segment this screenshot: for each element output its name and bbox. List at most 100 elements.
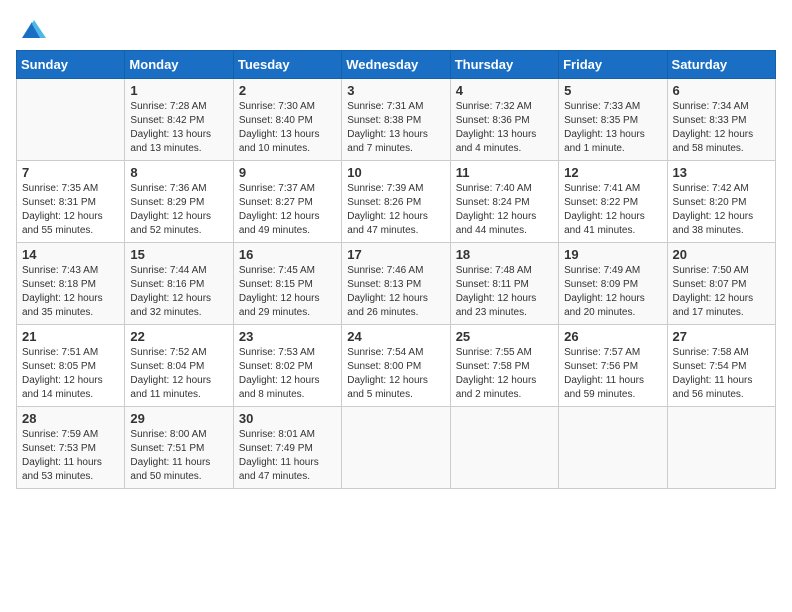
day-header-wednesday: Wednesday (342, 51, 450, 79)
calendar-cell (450, 407, 558, 489)
calendar-cell: 16Sunrise: 7:45 AM Sunset: 8:15 PM Dayli… (233, 243, 341, 325)
day-content: Sunrise: 7:54 AM Sunset: 8:00 PM Dayligh… (347, 346, 444, 402)
calendar-week-row: 21 Sunrise: 7:51 AM Sunset: 8:05 PM Dayli… (17, 325, 776, 407)
day-number: 29 (130, 411, 227, 426)
day-content: Sunrise: 7:57 AM Sunset: 7:56 PM Dayligh… (564, 346, 661, 402)
day-number: 13 (673, 165, 770, 180)
day-content: Sunrise: 7:41 AM Sunset: 8:22 PM Dayligh… (564, 182, 661, 238)
day-content: Sunrise: 7:45 AM Sunset: 8:15 PM Dayligh… (239, 264, 336, 320)
day-content: Sunrise: 7:58 AM Sunset: 7:54 PM Dayligh… (673, 346, 770, 402)
calendar-cell: 12 Sunrise: 7:41 AM Sunset: 8:22 PM Dayli… (559, 161, 667, 243)
day-content: Sunrise: 7:50 AM Sunset: 8:07 PM Dayligh… (673, 264, 770, 320)
calendar-cell: 25 Sunrise: 7:55 AM Sunset: 7:58 PM Dayli… (450, 325, 558, 407)
day-content: Sunrise: 8:00 AM Sunset: 7:51 PM Dayligh… (130, 428, 227, 484)
calendar-cell (17, 79, 125, 161)
day-content: Sunrise: 7:39 AM Sunset: 8:26 PM Dayligh… (347, 182, 444, 238)
day-content: Sunrise: 7:52 AM Sunset: 8:04 PM Dayligh… (130, 346, 227, 402)
day-header-friday: Friday (559, 51, 667, 79)
day-content: Sunrise: 7:42 AM Sunset: 8:20 PM Dayligh… (673, 182, 770, 238)
calendar-cell: 19 Sunrise: 7:49 AM Sunset: 8:09 PM Dayli… (559, 243, 667, 325)
day-content: Sunrise: 7:31 AM Sunset: 8:38 PM Dayligh… (347, 100, 444, 156)
day-number: 6 (673, 83, 770, 98)
day-number: 1 (130, 83, 227, 98)
day-number: 23 (239, 329, 336, 344)
day-header-monday: Monday (125, 51, 233, 79)
day-number: 17 (347, 247, 444, 262)
day-content: Sunrise: 7:28 AM Sunset: 8:42 PM Dayligh… (130, 100, 227, 156)
calendar-cell: 8 Sunrise: 7:36 AM Sunset: 8:29 PM Daylig… (125, 161, 233, 243)
day-number: 22 (130, 329, 227, 344)
calendar-cell: 4 Sunrise: 7:32 AM Sunset: 8:36 PM Daylig… (450, 79, 558, 161)
day-number: 19 (564, 247, 661, 262)
day-content: Sunrise: 7:35 AM Sunset: 8:31 PM Dayligh… (22, 182, 119, 238)
day-number: 3 (347, 83, 444, 98)
day-number: 5 (564, 83, 661, 98)
day-number: 24 (347, 329, 444, 344)
calendar-cell: 17 Sunrise: 7:46 AM Sunset: 8:13 PM Dayli… (342, 243, 450, 325)
day-content: Sunrise: 7:40 AM Sunset: 8:24 PM Dayligh… (456, 182, 553, 238)
day-content: Sunrise: 8:01 AM Sunset: 7:49 PM Dayligh… (239, 428, 336, 484)
calendar-header-row: SundayMondayTuesdayWednesdayThursdayFrid… (17, 51, 776, 79)
day-number: 7 (22, 165, 119, 180)
day-number: 10 (347, 165, 444, 180)
calendar-cell: 22 Sunrise: 7:52 AM Sunset: 8:04 PM Dayli… (125, 325, 233, 407)
day-number: 2 (239, 83, 336, 98)
day-number: 11 (456, 165, 553, 180)
calendar-cell: 28 Sunrise: 7:59 AM Sunset: 7:53 PM Dayli… (17, 407, 125, 489)
day-content: Sunrise: 7:36 AM Sunset: 8:29 PM Dayligh… (130, 182, 227, 238)
calendar-week-row: 28 Sunrise: 7:59 AM Sunset: 7:53 PM Dayli… (17, 407, 776, 489)
day-number: 25 (456, 329, 553, 344)
calendar-week-row: 7 Sunrise: 7:35 AM Sunset: 8:31 PM Daylig… (17, 161, 776, 243)
calendar-cell (667, 407, 775, 489)
page-header (16, 16, 776, 40)
calendar-cell: 15 Sunrise: 7:44 AM Sunset: 8:16 PM Dayli… (125, 243, 233, 325)
calendar-cell: 1 Sunrise: 7:28 AM Sunset: 8:42 PM Daylig… (125, 79, 233, 161)
day-content: Sunrise: 7:51 AM Sunset: 8:05 PM Dayligh… (22, 346, 119, 402)
calendar-cell: 23Sunrise: 7:53 AM Sunset: 8:02 PM Dayli… (233, 325, 341, 407)
calendar-week-row: 14 Sunrise: 7:43 AM Sunset: 8:18 PM Dayli… (17, 243, 776, 325)
day-content: Sunrise: 7:30 AM Sunset: 8:40 PM Dayligh… (239, 100, 336, 156)
day-content: Sunrise: 7:48 AM Sunset: 8:11 PM Dayligh… (456, 264, 553, 320)
day-number: 8 (130, 165, 227, 180)
day-number: 20 (673, 247, 770, 262)
day-content: Sunrise: 7:37 AM Sunset: 8:27 PM Dayligh… (239, 182, 336, 238)
calendar-cell (559, 407, 667, 489)
calendar-cell: 6 Sunrise: 7:34 AM Sunset: 8:33 PM Daylig… (667, 79, 775, 161)
day-content: Sunrise: 7:49 AM Sunset: 8:09 PM Dayligh… (564, 264, 661, 320)
day-number: 9 (239, 165, 336, 180)
day-content: Sunrise: 7:32 AM Sunset: 8:36 PM Dayligh… (456, 100, 553, 156)
logo-icon (18, 16, 46, 44)
calendar-cell: 9 Sunrise: 7:37 AM Sunset: 8:27 PM Daylig… (233, 161, 341, 243)
day-content: Sunrise: 7:44 AM Sunset: 8:16 PM Dayligh… (130, 264, 227, 320)
day-number: 12 (564, 165, 661, 180)
calendar-cell: 21 Sunrise: 7:51 AM Sunset: 8:05 PM Dayli… (17, 325, 125, 407)
day-number: 21 (22, 329, 119, 344)
day-number: 27 (673, 329, 770, 344)
day-header-tuesday: Tuesday (233, 51, 341, 79)
calendar-cell: 18Sunrise: 7:48 AM Sunset: 8:11 PM Dayli… (450, 243, 558, 325)
calendar-cell: 10 Sunrise: 7:39 AM Sunset: 8:26 PM Dayli… (342, 161, 450, 243)
calendar-cell: 13 Sunrise: 7:42 AM Sunset: 8:20 PM Dayli… (667, 161, 775, 243)
day-header-thursday: Thursday (450, 51, 558, 79)
day-number: 28 (22, 411, 119, 426)
calendar-week-row: 1 Sunrise: 7:28 AM Sunset: 8:42 PM Daylig… (17, 79, 776, 161)
day-header-saturday: Saturday (667, 51, 775, 79)
day-content: Sunrise: 7:55 AM Sunset: 7:58 PM Dayligh… (456, 346, 553, 402)
day-number: 15 (130, 247, 227, 262)
calendar-cell: 2 Sunrise: 7:30 AM Sunset: 8:40 PM Daylig… (233, 79, 341, 161)
day-number: 14 (22, 247, 119, 262)
day-number: 4 (456, 83, 553, 98)
day-content: Sunrise: 7:59 AM Sunset: 7:53 PM Dayligh… (22, 428, 119, 484)
calendar-cell: 11 Sunrise: 7:40 AM Sunset: 8:24 PM Dayli… (450, 161, 558, 243)
calendar-cell: 3 Sunrise: 7:31 AM Sunset: 8:38 PM Daylig… (342, 79, 450, 161)
day-content: Sunrise: 7:34 AM Sunset: 8:33 PM Dayligh… (673, 100, 770, 156)
calendar-cell (342, 407, 450, 489)
day-header-sunday: Sunday (17, 51, 125, 79)
day-content: Sunrise: 7:43 AM Sunset: 8:18 PM Dayligh… (22, 264, 119, 320)
calendar-cell: 14 Sunrise: 7:43 AM Sunset: 8:18 PM Dayli… (17, 243, 125, 325)
calendar-cell: 5Sunrise: 7:33 AM Sunset: 8:35 PM Daylig… (559, 79, 667, 161)
calendar-cell: 24 Sunrise: 7:54 AM Sunset: 8:00 PM Dayli… (342, 325, 450, 407)
logo (16, 16, 46, 40)
day-content: Sunrise: 7:46 AM Sunset: 8:13 PM Dayligh… (347, 264, 444, 320)
calendar-table: SundayMondayTuesdayWednesdayThursdayFrid… (16, 50, 776, 489)
